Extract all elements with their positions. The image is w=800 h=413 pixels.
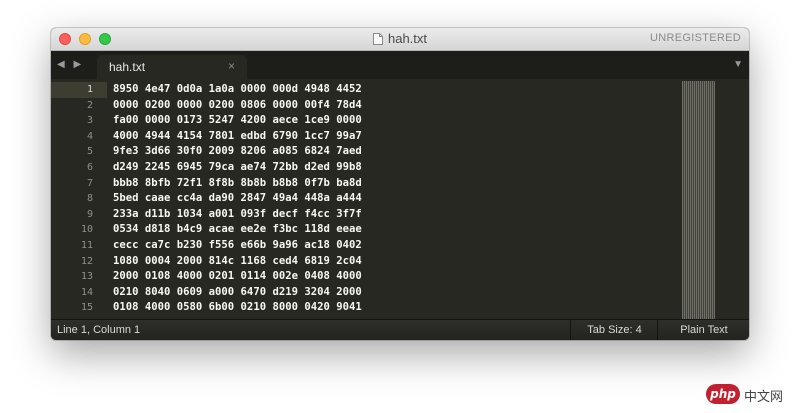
- tab-nav-arrows-icon[interactable]: ◀ ▶: [57, 59, 84, 70]
- line-number: 7: [86, 177, 93, 189]
- unregistered-label: UNREGISTERED: [650, 32, 741, 44]
- window-title: hah.txt: [387, 31, 428, 46]
- line-number: 11: [80, 240, 93, 251]
- code-line[interactable]: 0534 d818 b4c9 acae ee2e f3bc 118d eeae: [113, 222, 362, 238]
- line-number-gutter: 1 2 3 4 5 6 7 8 9 10 11 12 13 14 15: [51, 79, 107, 319]
- code-line[interactable]: 0210 8040 0609 a000 6470 d219 3204 2000: [113, 285, 362, 301]
- status-bar: Line 1, Column 1 Tab Size: 4 Plain Text: [51, 319, 749, 340]
- editor-area[interactable]: 1 2 3 4 5 6 7 8 9 10 11 12 13 14 15 8950 4e47 0d0a 1a0…: [51, 79, 749, 319]
- tab-bar: ◀ ▶ hah.txt × ▼: [51, 51, 749, 79]
- code-line[interactable]: 233a d11b 1034 a001 093f decf f4cc 3f7f: [113, 207, 362, 223]
- line-number: 5: [86, 146, 93, 158]
- tab-hah-txt[interactable]: hah.txt ×: [97, 55, 247, 79]
- watermark: php 中文网: [706, 384, 798, 406]
- line-number: 12: [80, 255, 93, 267]
- line-number: 3: [86, 115, 93, 127]
- code-text[interactable]: 8950 4e47 0d0a 1a0a 0000 000d 4948 4452 0…: [113, 82, 362, 316]
- code-line[interactable]: 0000 0200 0000 0200 0806 0000 00f4 78d4: [113, 98, 362, 114]
- line-number: 9: [86, 208, 93, 220]
- tab-dropdown-icon[interactable]: ▼: [733, 59, 743, 70]
- line-number: 8: [86, 193, 93, 205]
- editor-window: hah.txt UNREGISTERED ◀ ▶ hah.txt × ▼ 123…: [51, 28, 749, 340]
- code-line[interactable]: 0108 4000 0580 6b00 0210 8000 0420 9041: [113, 300, 362, 316]
- code-line[interactable]: 4000 4944 4154 7801 edbd 6790 1cc7 99a7: [113, 129, 362, 145]
- line-number: 10: [80, 224, 93, 236]
- code-line[interactable]: 2000 0108 4000 0201 0114 002e 0408 4000: [113, 269, 362, 285]
- line-number: 13: [80, 271, 93, 283]
- tab-size-selector[interactable]: Tab Size: 4: [570, 320, 658, 340]
- code-line[interactable]: bbb8 8bfb 72f1 8f8b 8b8b b8b8 0f7b ba8d: [113, 176, 362, 192]
- line-number: 4: [86, 130, 93, 142]
- code-line[interactable]: 8950 4e47 0d0a 1a0a 0000 000d 4948 4452: [113, 82, 362, 98]
- window-title-group: hah.txt: [51, 31, 749, 47]
- tab-label: hah.txt: [109, 60, 146, 74]
- code-line[interactable]: 1080 0004 2000 814c 1168 ced4 6819 2c04: [113, 254, 362, 270]
- line-number: 6: [86, 162, 93, 173]
- minimap[interactable]: [682, 81, 715, 319]
- tab-close-icon[interactable]: ×: [228, 59, 235, 73]
- code-line[interactable]: fa00 0000 0173 5247 4200 aece 1ce9 0000: [113, 113, 362, 129]
- php-logo: php: [706, 384, 740, 404]
- watermark-text: 中文网: [744, 390, 784, 405]
- title-bar: hah.txt UNREGISTERED: [51, 28, 749, 51]
- line-number: 1: [86, 84, 93, 95]
- cursor-position: Line 1, Column 1: [57, 324, 141, 336]
- line-number: 15: [80, 302, 93, 314]
- line-number: 14: [80, 286, 93, 298]
- code-line[interactable]: 5bed caae cc4a da90 2847 49a4 448a a444: [113, 191, 362, 207]
- code-line[interactable]: 9fe3 3d66 30f0 2009 8206 a085 6824 7aed: [113, 144, 362, 160]
- code-line[interactable]: d249 2245 6945 79ca ae74 72bb d2ed 99b8: [113, 160, 362, 176]
- syntax-selector[interactable]: Plain Text: [657, 320, 749, 340]
- line-number: 2: [86, 99, 93, 111]
- code-line[interactable]: cecc ca7c b230 f556 e66b 9a96 ac18 0402: [113, 238, 362, 254]
- document-icon: [372, 33, 383, 45]
